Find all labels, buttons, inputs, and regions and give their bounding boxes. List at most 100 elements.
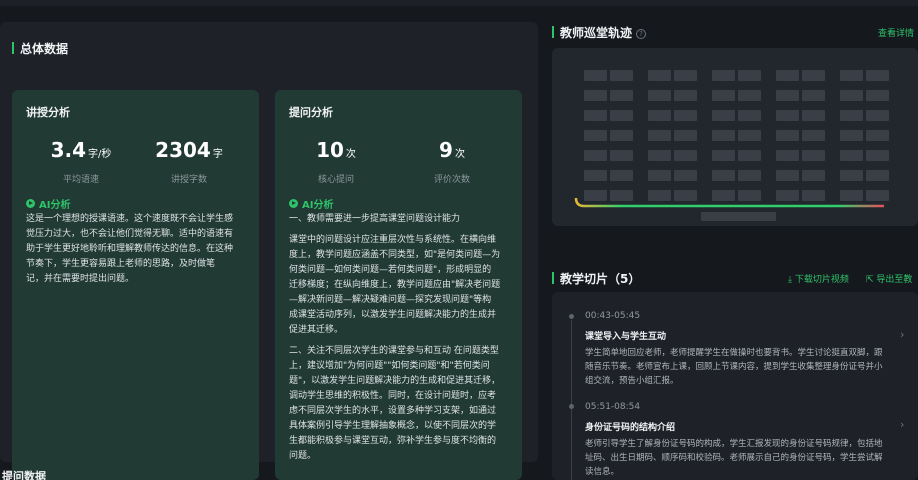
ai-analysis-label: AI分析 xyxy=(302,200,334,211)
timeline-dot xyxy=(569,314,574,319)
overview-title: 总体数据 xyxy=(12,40,68,57)
stat-value: 3.4 xyxy=(50,138,87,162)
seat xyxy=(802,150,825,161)
question-card: 提问分析 10 次 核心提问 9次 评价次数 AI分析 一、教师需要进一步提高课堂… xyxy=(275,90,522,480)
seat xyxy=(866,170,889,181)
seat xyxy=(840,110,863,121)
seat xyxy=(610,130,633,141)
seat xyxy=(584,90,607,101)
chevron-right-icon[interactable]: › xyxy=(900,328,904,341)
stat-label: 核心提问 xyxy=(317,175,354,185)
patrol-title-text: 教师巡堂轨迹 xyxy=(560,26,633,40)
seat-grid xyxy=(584,70,889,201)
seat xyxy=(584,190,607,201)
download-slices-link[interactable]: ⤓ 下载切片视频 xyxy=(788,272,849,285)
patrol-track-map xyxy=(552,48,918,226)
ai-analysis-header: AI分析 xyxy=(289,196,333,211)
seat xyxy=(610,190,633,201)
seat xyxy=(648,90,671,101)
seat xyxy=(738,150,761,161)
stat-word-count: 2304 字 讲授字数 xyxy=(134,138,244,185)
stat-label: 讲授字数 xyxy=(170,175,207,185)
seat xyxy=(610,90,633,101)
seat xyxy=(610,170,633,181)
seat xyxy=(584,130,607,141)
seat xyxy=(776,70,799,81)
seat xyxy=(712,170,735,181)
seat xyxy=(674,90,697,101)
lecture-card-title: 讲授分析 xyxy=(26,106,70,119)
seat xyxy=(584,170,607,181)
seat xyxy=(840,150,863,161)
slices-title: 教学切片（5） xyxy=(552,270,640,287)
patrol-title: 教师巡堂轨迹? xyxy=(552,24,647,41)
stat-label: 评价次数 xyxy=(433,175,470,185)
stat-unit: 字 xyxy=(212,149,223,160)
export-label: 导出至教 xyxy=(876,275,913,285)
seat xyxy=(648,190,671,201)
seat xyxy=(866,150,889,161)
seat xyxy=(840,90,863,101)
slice-heading[interactable]: 课堂导入与学生互动 xyxy=(585,329,666,342)
seat xyxy=(584,110,607,121)
seat xyxy=(610,70,633,81)
stat-value: 9 xyxy=(439,138,453,162)
seat xyxy=(712,150,735,161)
ai-analysis-heading: 一、教师需要进一步提高课堂问题设计能力 xyxy=(289,214,461,224)
seat xyxy=(840,190,863,201)
seat xyxy=(738,130,761,141)
seat xyxy=(738,170,761,181)
top-bar xyxy=(0,0,918,6)
seat xyxy=(738,110,761,121)
download-label: 下载切片视频 xyxy=(794,275,849,285)
ai-analysis-paragraph-2: 二、关注不同层次学生的课堂参与和互动 在问题类型 上，建议增加"为何问题""如何… xyxy=(289,346,501,461)
stat-unit: 次 xyxy=(345,149,356,160)
seat xyxy=(776,150,799,161)
stat-value: 2304 xyxy=(155,138,211,162)
seat xyxy=(648,110,671,121)
seat xyxy=(776,190,799,201)
seat xyxy=(802,90,825,101)
seat xyxy=(866,70,889,81)
seat xyxy=(866,130,889,141)
seat xyxy=(712,130,735,141)
seat xyxy=(802,130,825,141)
export-link[interactable]: ⇱ 导出至教 xyxy=(866,272,912,285)
slice-heading[interactable]: 身份证号码的结构介绍 xyxy=(585,420,675,433)
lecture-card: 讲授分析 3.4 字/秒 平均语速 2304 字 讲授字数 AI分析 这是一个理想的… xyxy=(12,90,259,480)
seat xyxy=(674,170,697,181)
seat xyxy=(584,150,607,161)
seat xyxy=(776,110,799,121)
seat xyxy=(712,110,735,121)
timeline-dot xyxy=(569,404,574,409)
seat xyxy=(648,130,671,141)
patrol-track-svg xyxy=(574,64,897,221)
ai-analysis-header: AI分析 xyxy=(26,196,70,211)
seat xyxy=(674,150,697,161)
chevron-right-icon[interactable]: › xyxy=(900,418,904,431)
stat-speech-rate: 3.4 字/秒 平均语速 xyxy=(26,138,136,185)
question-card-title: 提问分析 xyxy=(289,106,333,119)
seat xyxy=(776,90,799,101)
seat xyxy=(802,190,825,201)
timeline-line xyxy=(571,320,572,480)
seat xyxy=(840,170,863,181)
play-circle-icon xyxy=(289,199,298,208)
seat xyxy=(674,190,697,201)
slice-time: 00:43-05:45 xyxy=(585,311,641,321)
seat xyxy=(648,70,671,81)
seat xyxy=(712,90,735,101)
stat-label: 平均语速 xyxy=(62,175,99,185)
seat xyxy=(738,190,761,201)
teacher-desk xyxy=(701,212,776,221)
view-details-link[interactable]: 查看详情 xyxy=(878,26,914,39)
help-icon[interactable]: ? xyxy=(636,29,647,39)
seat xyxy=(648,150,671,161)
seat xyxy=(674,110,697,121)
ai-analysis-label: AI分析 xyxy=(39,200,71,211)
seat xyxy=(610,110,633,121)
seat xyxy=(674,130,697,141)
slice-time: 05:51-08:54 xyxy=(585,402,641,412)
seat xyxy=(802,170,825,181)
stat-unit: 次 xyxy=(454,149,465,160)
